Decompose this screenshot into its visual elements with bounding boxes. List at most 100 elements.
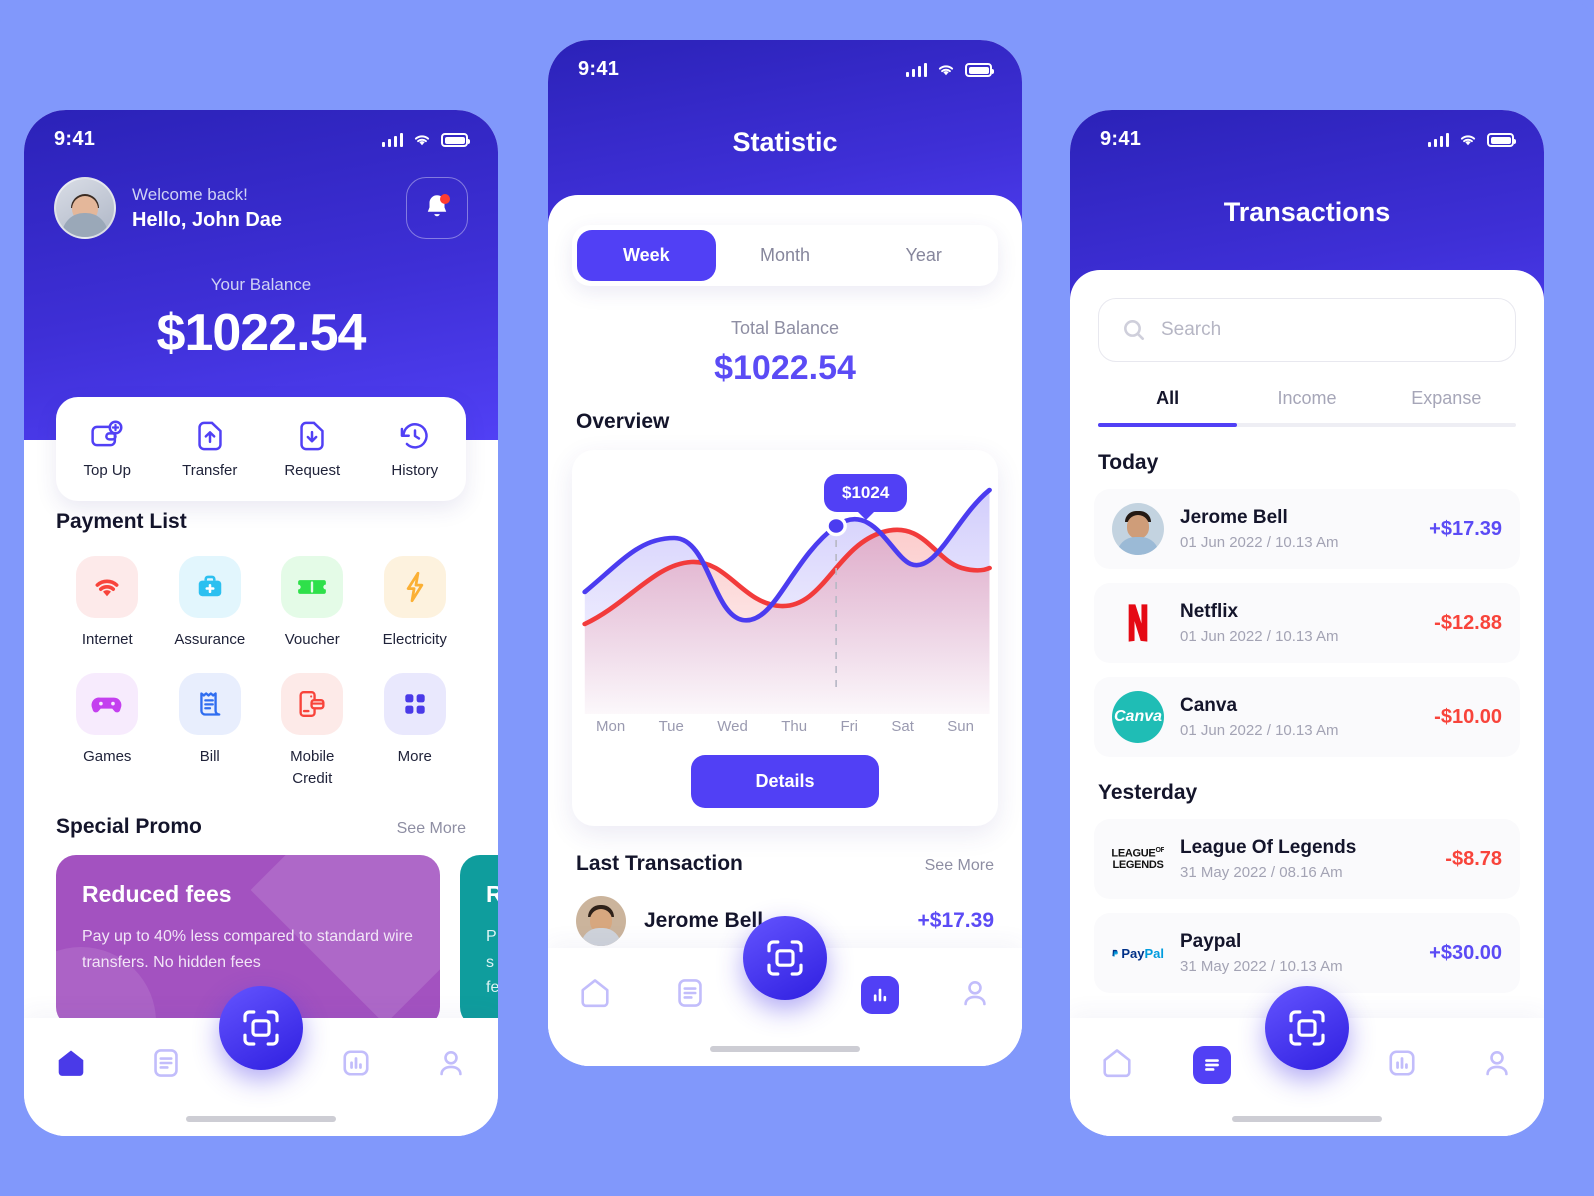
- transaction-amount: -$10.00: [1434, 705, 1502, 728]
- overview-chart[interactable]: $1024: [572, 464, 998, 714]
- table-row[interactable]: Netflix 01 Jun 2022 / 10.13 Am -$12.88: [1094, 583, 1520, 663]
- upload-document-icon: [198, 421, 222, 451]
- nav-item-statistics[interactable]: [308, 1046, 403, 1080]
- grid-dots-icon: [383, 672, 446, 735]
- transaction-tabs: All Income Expanse: [1098, 388, 1516, 423]
- wallet-plus-icon: [91, 420, 123, 447]
- transaction-info: League Of Legends 31 May 2022 / 08.16 Am: [1180, 837, 1356, 881]
- quick-action-label: Request: [284, 462, 341, 479]
- wifi-icon: [76, 556, 139, 618]
- x-tick: Fri: [840, 718, 858, 735]
- payment-item-internet[interactable]: Internet: [56, 556, 159, 651]
- person-avatar: [1112, 503, 1164, 555]
- notification-button[interactable]: [406, 177, 468, 239]
- netflix-logo: [1112, 597, 1164, 649]
- payment-item-voucher[interactable]: Voucher: [261, 556, 364, 651]
- quick-action-request[interactable]: Request: [261, 397, 364, 501]
- quick-action-history[interactable]: History: [364, 397, 467, 501]
- promo-card-secondary[interactable]: R P s fe: [460, 855, 498, 1028]
- nav-item-documents[interactable]: [1165, 1046, 1260, 1084]
- home-icon: [581, 979, 609, 1008]
- nav-item-profile[interactable]: [927, 976, 1022, 1010]
- nav-item-statistics[interactable]: [832, 976, 927, 1014]
- paypal-logo: PayPal: [1112, 927, 1164, 979]
- tab-month[interactable]: Month: [716, 230, 855, 281]
- status-time: 9:41: [1100, 128, 1142, 150]
- quick-action-topup[interactable]: Top Up: [56, 397, 159, 501]
- welcome-text: Welcome back! Hello, John Dae: [132, 185, 282, 232]
- profile-icon: [1485, 1050, 1508, 1076]
- nav-item-statistics[interactable]: [1354, 1046, 1449, 1080]
- payment-list-title: Payment List: [56, 510, 187, 533]
- total-balance-label: Total Balance: [730, 318, 840, 338]
- chart-svg: [582, 487, 992, 714]
- group-title-yesterday: Yesterday: [1098, 781, 1198, 804]
- details-button[interactable]: Details: [691, 755, 879, 808]
- transaction-date: 01 Jun 2022 / 10.13 Am: [1180, 534, 1339, 551]
- welcome-row: Welcome back! Hello, John Dae: [24, 151, 498, 239]
- quick-action-transfer[interactable]: Transfer: [159, 397, 262, 501]
- nav-item-profile[interactable]: [403, 1046, 498, 1080]
- search-input[interactable]: Search: [1098, 298, 1516, 362]
- nav-item-home[interactable]: [24, 1046, 119, 1080]
- nav-item-documents[interactable]: [643, 976, 738, 1010]
- league-of-legends-logo: LEAGUEOF LEGENDS: [1112, 846, 1164, 871]
- table-row[interactable]: Jerome Bell 01 Jun 2022 / 10.13 Am +$17.…: [1094, 489, 1520, 569]
- home-icon: [1103, 1049, 1131, 1078]
- transaction-date: 31 May 2022 / 10.13 Am: [1180, 958, 1343, 975]
- home-icon: [59, 1050, 84, 1076]
- table-row[interactable]: Canva Canva 01 Jun 2022 / 10.13 Am -$10.…: [1094, 677, 1520, 757]
- scan-fab-button[interactable]: [743, 916, 827, 1000]
- overview-chart-card: $1024 Mon Tue Wed Thu Fri Sat Sun Detail…: [572, 450, 998, 826]
- x-tick: Sat: [891, 718, 914, 735]
- payment-item-electricity[interactable]: Electricity: [364, 556, 467, 651]
- tab-income[interactable]: Income: [1237, 388, 1376, 423]
- x-tick: Sun: [947, 718, 974, 735]
- payment-item-assurance[interactable]: Assurance: [159, 556, 262, 651]
- payment-item-more[interactable]: More: [364, 672, 467, 790]
- nav-item-profile[interactable]: [1449, 1046, 1544, 1080]
- tab-expanse[interactable]: Expanse: [1377, 388, 1516, 423]
- x-tick: Wed: [717, 718, 748, 735]
- document-icon: [154, 1049, 178, 1077]
- payment-item-label: Games: [83, 747, 132, 765]
- wifi-icon: [938, 65, 954, 76]
- chart-tooltip: $1024: [824, 474, 908, 512]
- transaction-info: Netflix 01 Jun 2022 / 10.13 Am: [1180, 601, 1338, 645]
- table-row[interactable]: LEAGUEOF LEGENDS League Of Legends 31 May…: [1094, 819, 1520, 899]
- quick-action-label: History: [391, 462, 439, 479]
- transaction-info: Canva 01 Jun 2022 / 10.13 Am: [1180, 695, 1338, 739]
- scan-fab-button[interactable]: [219, 986, 303, 1070]
- scan-icon: [243, 1010, 279, 1046]
- signal-icon: [905, 62, 927, 77]
- scan-fab-button[interactable]: [1265, 986, 1349, 1070]
- scan-icon: [767, 940, 803, 976]
- transaction-amount: -$8.78: [1445, 847, 1502, 870]
- payment-item-games[interactable]: Games: [56, 672, 159, 790]
- transaction-amount: +$30.00: [1429, 941, 1502, 964]
- payment-item-mobile-credit[interactable]: Mobile Credit: [261, 672, 364, 790]
- promo-title: Special Promo: [56, 815, 202, 839]
- payment-item-label: Assurance: [174, 631, 246, 648]
- tab-week[interactable]: Week: [577, 230, 716, 281]
- promo-card-title: R: [486, 881, 498, 908]
- signal-icon: [381, 132, 403, 147]
- status-bar: 9:41: [24, 110, 498, 151]
- tab-all[interactable]: All: [1098, 388, 1237, 423]
- payment-item-bill[interactable]: Bill: [159, 672, 262, 790]
- nav-item-home[interactable]: [1070, 1046, 1165, 1080]
- promo-see-more[interactable]: See More: [397, 820, 466, 838]
- gamepad-icon: [76, 672, 139, 735]
- profile-icon: [963, 980, 986, 1006]
- last-transaction-see-more[interactable]: See More: [925, 857, 994, 875]
- wifi-icon: [1460, 135, 1476, 146]
- document-icon: [678, 979, 702, 1007]
- avatar[interactable]: [54, 177, 116, 239]
- payment-item-label: Mobile Credit: [290, 747, 335, 787]
- table-row[interactable]: PayPal Paypal 31 May 2022 / 10.13 Am +$3…: [1094, 913, 1520, 993]
- nav-item-documents[interactable]: [119, 1046, 214, 1080]
- chart-icon: [860, 976, 899, 1014]
- tab-year[interactable]: Year: [854, 230, 993, 281]
- download-document-icon: [300, 421, 324, 451]
- nav-item-home[interactable]: [548, 976, 643, 1010]
